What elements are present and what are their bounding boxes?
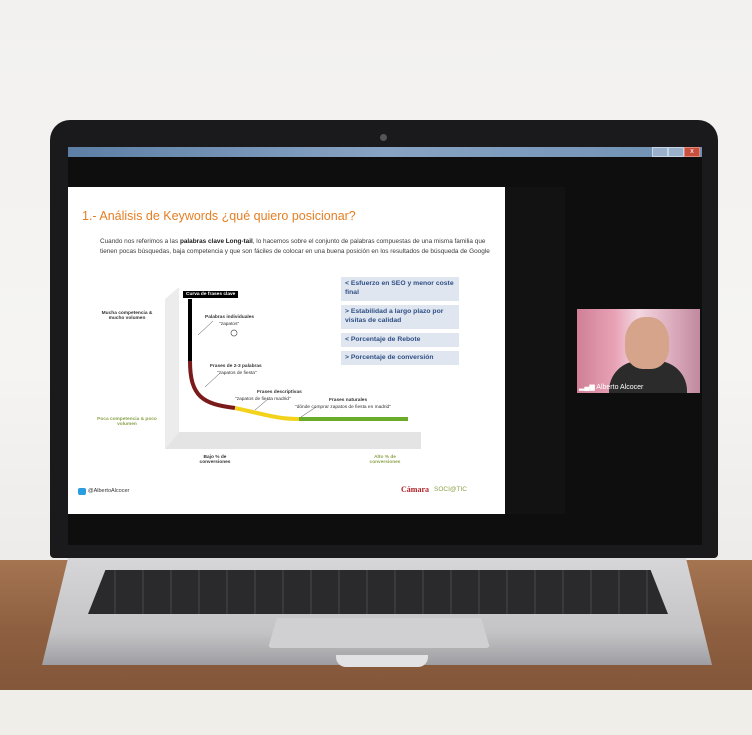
x-axis-high-label: Alto % de conversiones	[369, 455, 401, 465]
segment-3-example: "zapatos de fiesta madrid"	[235, 397, 291, 402]
segment-4-example: "dónde comprar zapatos de fiesta en madr…	[295, 405, 391, 410]
minimize-button[interactable]	[652, 147, 668, 157]
webcam-icon	[380, 134, 387, 141]
y-axis-wall	[165, 287, 179, 449]
participant-head	[625, 317, 669, 369]
table-front-edge	[0, 690, 752, 735]
laptop-screen: x 1.- Análisis de Keywords ¿qué quiero p…	[68, 147, 702, 545]
laptop-front-notch	[336, 655, 428, 667]
camara-logo: Cámara	[401, 485, 429, 494]
segment-1-title: Palabras individuales	[205, 315, 255, 320]
close-button[interactable]: x	[684, 147, 700, 157]
participant-video-tile[interactable]: ▂▄▆ Alberto Alcocer	[577, 309, 700, 393]
benefit-box-stability: > Estabilidad a largo plazo por visitas …	[341, 305, 459, 329]
slide-paragraph: Cuando nos referimos a las palabras clav…	[100, 237, 492, 256]
twitter-icon	[78, 488, 86, 495]
twitter-handle: @AlbertoAlcocer	[88, 488, 130, 494]
segment-1-example: "zapatos"	[219, 322, 240, 327]
segment-3-title: Frases descriptivas	[257, 390, 302, 395]
x-axis-floor	[165, 432, 421, 449]
laptop-trackpad	[268, 618, 490, 648]
presentation-side-panel	[505, 187, 565, 514]
pointer-line-1	[197, 320, 214, 336]
presentation-slide: 1.- Análisis de Keywords ¿qué quiero pos…	[68, 187, 505, 514]
maximize-button[interactable]	[668, 147, 684, 157]
segment-2-example: "zapatos de fiesta"	[217, 371, 257, 376]
long-tail-chart: Curva de frases clave Mucha competencia …	[95, 277, 459, 477]
curve-segment-yellow	[234, 406, 300, 421]
benefit-box-conversion: > Porcentaje de conversión	[341, 351, 459, 365]
benefit-box-bounce-rate: < Porcentaje de Rebote	[341, 333, 459, 347]
y-axis-high-label: Mucha competencia & mucho volumen	[101, 311, 153, 321]
laptop-keyboard	[88, 570, 668, 614]
body-text-pre: Cuando nos referimos a las	[100, 238, 180, 245]
x-axis-low-label: Bajo % de conversiones	[199, 455, 231, 465]
participant-name: ▂▄▆ Alberto Alcocer	[579, 383, 643, 391]
benefit-box-seo-effort: < Esfuerzo en SEO y menor coste final	[341, 277, 459, 301]
slide-title: 1.- Análisis de Keywords ¿qué quiero pos…	[82, 209, 356, 223]
y-axis-low-label: Poca competencia & poco volumen	[97, 417, 157, 427]
participant-name-text: Alberto Alcocer	[596, 384, 644, 391]
window-titlebar: x	[68, 147, 702, 157]
cursor-icon	[230, 329, 238, 337]
chart-header: Curva de frases clave	[183, 291, 239, 298]
segment-2-title: Frases de 2-3 palabras	[210, 364, 262, 369]
sociotic-logo: SOCI@TIC	[434, 486, 467, 493]
body-text-bold: palabras clave Long-tail	[179, 238, 253, 245]
signal-bars-icon: ▂▄▆	[579, 384, 595, 391]
segment-4-title: Frases naturales	[329, 398, 368, 403]
